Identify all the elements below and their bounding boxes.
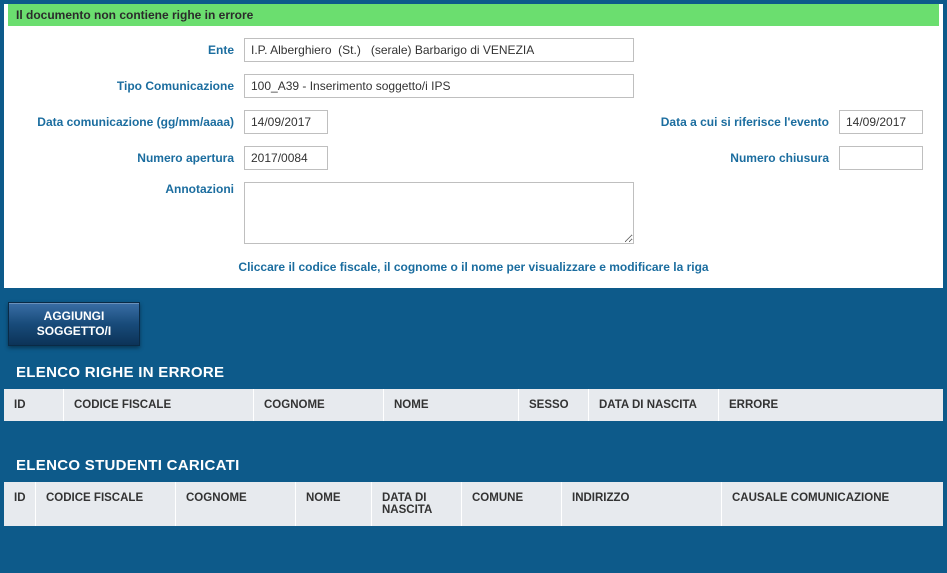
input-num-chiusura[interactable] (839, 146, 923, 170)
form-area: Ente Tipo Comunicazione Data comunicazio… (4, 38, 943, 274)
col-data-nascita: DATA DI NASCITA (372, 482, 462, 526)
col-id: ID (4, 482, 36, 526)
table-head-errori: ID CODICE FISCALE COGNOME NOME SESSO DAT… (4, 389, 943, 421)
input-tipo[interactable] (244, 74, 634, 98)
col-data-nascita: DATA DI NASCITA (589, 389, 719, 421)
col-codice-fiscale: CODICE FISCALE (36, 482, 176, 526)
col-causale: CAUSALE COMUNICAZIONE (722, 482, 943, 526)
col-cognome: COGNOME (176, 482, 296, 526)
form-panel: Il documento non contiene righe in error… (4, 4, 943, 288)
col-comune: COMUNE (462, 482, 562, 526)
row-numeri: Numero apertura Numero chiusura (24, 146, 923, 170)
col-nome: NOME (384, 389, 519, 421)
col-codice-fiscale: CODICE FISCALE (64, 389, 254, 421)
aggiungi-line1: AGGIUNGI (44, 309, 105, 324)
spacer (0, 421, 947, 449)
label-data-comunicazione: Data comunicazione (gg/mm/aaaa) (24, 115, 244, 129)
status-message: Il documento non contiene righe in error… (8, 4, 939, 26)
label-tipo: Tipo Comunicazione (24, 79, 244, 93)
col-indirizzo: INDIRIZZO (562, 482, 722, 526)
section-header-errori: ELENCO RIGHE IN ERRORE (4, 356, 943, 389)
col-nome: NOME (296, 482, 372, 526)
button-area: AGGIUNGI SOGGETTO/I (0, 288, 947, 356)
col-sesso: SESSO (519, 389, 589, 421)
row-date: Data comunicazione (gg/mm/aaaa) Data a c… (24, 110, 923, 134)
aggiungi-line2: SOGGETTO/I (37, 324, 111, 339)
hint-text: Cliccare il codice fiscale, il cognome o… (24, 260, 923, 274)
col-errore: ERRORE (719, 389, 943, 421)
table-head-caricati: ID CODICE FISCALE COGNOME NOME DATA DI N… (4, 482, 943, 526)
label-ente: Ente (24, 43, 244, 57)
input-data-comunicazione[interactable] (244, 110, 328, 134)
spacer (0, 526, 947, 532)
col-cognome: COGNOME (254, 389, 384, 421)
section-header-caricati: ELENCO STUDENTI CARICATI (4, 449, 943, 482)
aggiungi-soggetto-button[interactable]: AGGIUNGI SOGGETTO/I (8, 302, 140, 346)
label-data-evento: Data a cui si riferisce l'evento (328, 115, 839, 129)
input-ente[interactable] (244, 38, 634, 62)
input-data-evento[interactable] (839, 110, 923, 134)
col-id: ID (4, 389, 64, 421)
label-num-apertura: Numero apertura (24, 151, 244, 165)
input-num-apertura[interactable] (244, 146, 328, 170)
row-annotazioni: Annotazioni (24, 182, 923, 244)
input-annotazioni[interactable] (244, 182, 634, 244)
row-tipo: Tipo Comunicazione (24, 74, 923, 98)
label-annotazioni: Annotazioni (24, 182, 244, 196)
label-num-chiusura: Numero chiusura (328, 151, 839, 165)
row-ente: Ente (24, 38, 923, 62)
